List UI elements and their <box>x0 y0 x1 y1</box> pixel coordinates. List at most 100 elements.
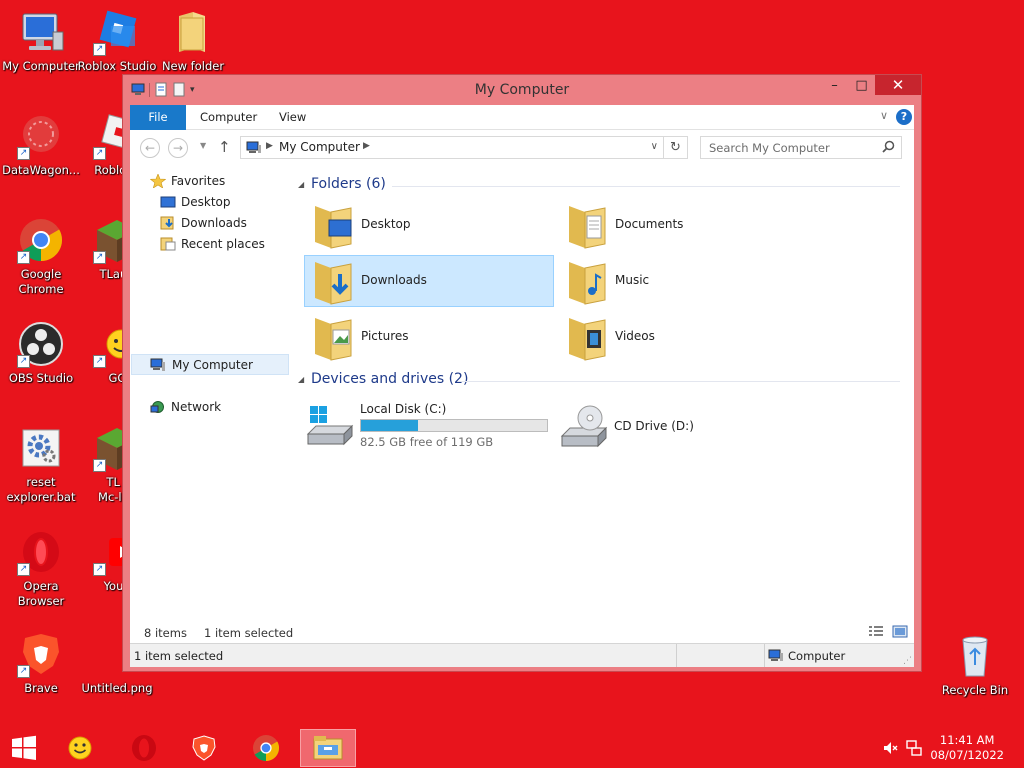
shortcut-arrow-icon: ↗ <box>93 459 106 472</box>
details-bar: 1 item selected Computer ⋰ <box>130 643 914 667</box>
nav-recent-places[interactable]: Recent places <box>130 234 288 255</box>
volume-muted-icon[interactable] <box>882 740 898 756</box>
window-controls: – □ ✕ <box>821 75 921 95</box>
nav-my-computer[interactable]: My Computer <box>131 354 289 375</box>
chrome-icon: ↗ <box>17 216 65 264</box>
shortcut-arrow-icon: ↗ <box>17 355 30 368</box>
nav-favorites[interactable]: Favorites <box>130 171 288 192</box>
music-folder-icon <box>569 262 606 305</box>
nav-network[interactable]: Network <box>130 397 288 418</box>
nav-desktop-label: Desktop <box>181 195 231 209</box>
system-clock[interactable]: 11:41 AM 08/07/12022 <box>930 733 1004 763</box>
folder-label: Videos <box>615 329 655 343</box>
resize-grip-icon[interactable]: ⋰ <box>903 656 912 666</box>
forward-button[interactable]: → <box>168 138 188 158</box>
drive-tile-cd-drive-d[interactable]: CD Drive (D:) <box>558 402 758 454</box>
close-button[interactable]: ✕ <box>875 75 921 95</box>
maximize-button[interactable]: □ <box>848 75 875 95</box>
search-icon[interactable] <box>882 140 895 153</box>
opera-icon <box>132 735 156 761</box>
group-header-devices[interactable]: ◢ Devices and drives (2) <box>298 371 904 391</box>
address-bar: ← → ▼ ↑ ▶ My Computer ▶ ∨ ↻ <box>130 130 914 166</box>
desktop-icon-recycle-bin[interactable]: Recycle Bin <box>934 632 1016 698</box>
details-selection: 1 item selected <box>134 649 224 663</box>
recycle-bin-icon <box>951 632 999 680</box>
collapse-group-icon[interactable]: ◢ <box>298 375 304 384</box>
roblox-studio-icon: ↗ <box>93 8 141 56</box>
folder-tile-desktop[interactable]: Desktop <box>304 199 554 251</box>
desktop-icon-obs-studio[interactable]: ↗ OBS Studio <box>0 320 82 386</box>
nav-my-computer-label: My Computer <box>172 358 253 372</box>
nav-favorites-label: Favorites <box>171 174 226 188</box>
smiley-icon <box>68 736 92 760</box>
taskbar-opera[interactable] <box>116 729 172 767</box>
tab-view[interactable]: View <box>265 105 320 130</box>
recent-places-icon <box>160 237 176 251</box>
help-icon[interactable]: ? <box>896 109 912 125</box>
breadcrumb-my-computer[interactable]: My Computer <box>279 140 360 154</box>
nav-downloads[interactable]: Downloads <box>130 213 288 234</box>
network-status-icon[interactable] <box>906 740 922 756</box>
taskbar-chrome[interactable] <box>238 729 294 767</box>
network-icon <box>150 401 164 413</box>
drive-usage-fill <box>361 420 419 431</box>
large-icons-view-icon[interactable] <box>892 625 908 638</box>
details-view-icon[interactable] <box>868 625 884 638</box>
opera-icon: ↗ <box>17 528 65 576</box>
drive-name: CD Drive (D:) <box>614 419 694 433</box>
details-location: Computer <box>788 649 846 663</box>
desktop-icon-google-chrome[interactable]: ↗ Google Chrome <box>0 216 82 297</box>
back-button[interactable]: ← <box>140 138 160 158</box>
taskbar-file-explorer[interactable] <box>300 729 356 767</box>
address-path[interactable]: ▶ My Computer ▶ ∨ <box>240 136 664 159</box>
windows-logo-icon <box>12 735 36 760</box>
desktop-folder-icon <box>315 206 352 249</box>
folder-tile-documents[interactable]: Documents <box>558 199 808 251</box>
shortcut-arrow-icon: ↗ <box>17 665 30 678</box>
gear-icon <box>17 424 65 472</box>
folder-tile-music[interactable]: Music <box>558 255 808 307</box>
start-button[interactable] <box>0 729 48 767</box>
tab-file[interactable]: File <box>130 105 186 130</box>
group-title-devices: Devices and drives (2) <box>311 371 469 387</box>
folder-tile-downloads[interactable]: Downloads <box>304 255 554 307</box>
breadcrumb-separator-icon[interactable]: ▶ <box>266 141 273 151</box>
folder-label: Music <box>615 273 650 287</box>
breadcrumb-separator-icon[interactable]: ▶ <box>363 141 370 151</box>
desktop-icon-datawagon[interactable]: ↗ DataWagon... <box>0 112 82 178</box>
drive-tile-local-disk-c[interactable]: Local Disk (C:) 82.5 GB free of 119 GB <box>304 402 554 454</box>
search-input[interactable] <box>701 137 871 158</box>
group-divider <box>392 186 900 187</box>
item-count: 8 items <box>144 626 187 640</box>
desktop-icon-new-folder[interactable]: New folder <box>152 8 234 74</box>
tab-computer[interactable]: Computer <box>186 105 271 130</box>
taskbar-brave[interactable] <box>176 729 232 767</box>
address-dropdown-icon[interactable]: ∨ <box>651 141 658 152</box>
folder-tile-videos[interactable]: Videos <box>558 311 808 363</box>
taskbar-gc-app[interactable] <box>52 729 108 767</box>
nav-downloads-label: Downloads <box>181 216 247 230</box>
folder-label: Pictures <box>361 329 409 343</box>
recent-locations-chevron-icon[interactable]: ▼ <box>200 141 206 150</box>
shortcut-arrow-icon: ↗ <box>93 251 106 264</box>
expand-ribbon-icon[interactable]: ∨ <box>880 109 888 122</box>
desktop-icon-reset-explorer[interactable]: reset explorer.bat <box>0 424 82 505</box>
shortcut-arrow-icon: ↗ <box>17 563 30 576</box>
nav-desktop[interactable]: Desktop <box>130 192 288 213</box>
title-bar[interactable]: ▾ My Computer – □ ✕ <box>123 75 921 104</box>
shortcut-arrow-icon: ↗ <box>17 251 30 264</box>
group-header-folders[interactable]: ◢ Folders (6) <box>298 176 904 196</box>
minimize-button[interactable]: – <box>821 75 848 95</box>
up-button[interactable]: ↑ <box>218 138 231 156</box>
computer-icon <box>150 358 165 371</box>
folder-tile-pictures[interactable]: Pictures <box>304 311 554 363</box>
desktop-icon-opera[interactable]: ↗ Opera Browser <box>0 528 82 609</box>
drive-name: Local Disk (C:) <box>360 402 447 416</box>
desktop-icon-my-computer[interactable]: My Computer <box>0 8 82 74</box>
refresh-button[interactable]: ↻ <box>664 136 688 159</box>
desktop-icon-brave[interactable]: ↗ Brave <box>0 630 82 696</box>
collapse-group-icon[interactable]: ◢ <box>298 180 304 189</box>
search-box[interactable] <box>700 136 902 159</box>
videos-folder-icon <box>569 318 606 361</box>
desktop-icon-roblox-studio[interactable]: ↗ Roblox Studio <box>76 8 158 74</box>
